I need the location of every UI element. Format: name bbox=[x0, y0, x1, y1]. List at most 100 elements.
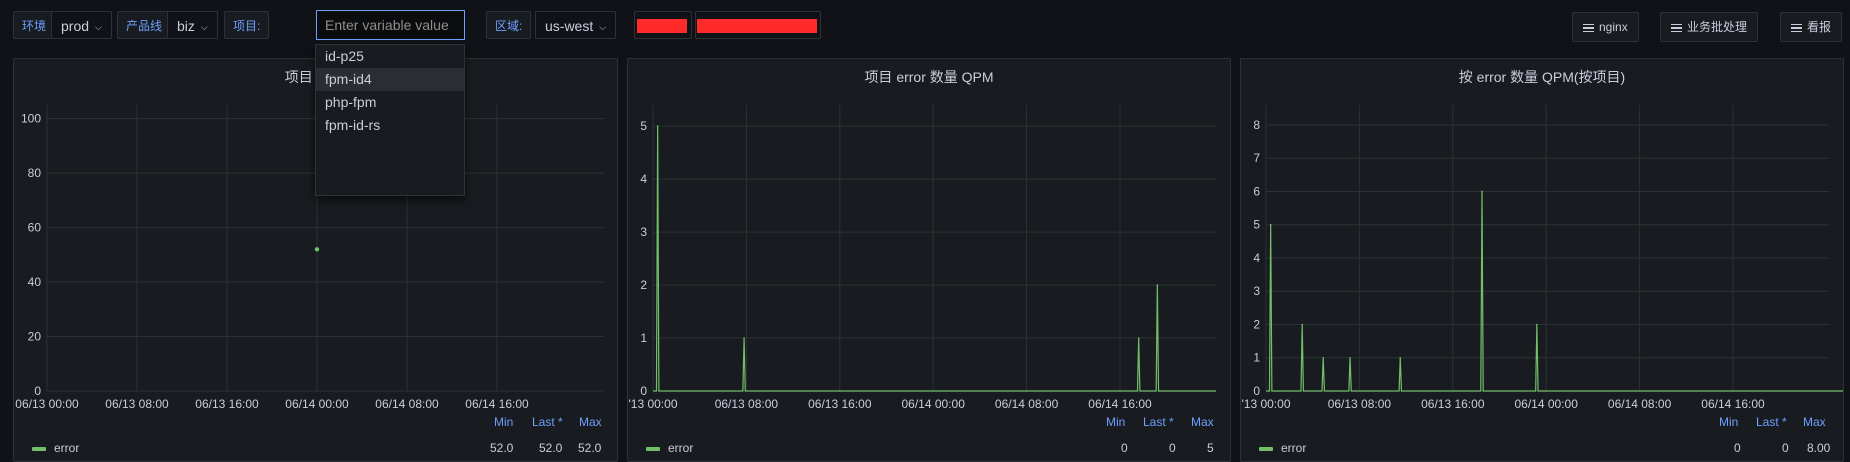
series-swatch bbox=[1259, 446, 1273, 451]
region-value: us-west bbox=[545, 18, 594, 34]
project-dropdown: id-p25 fpm-id4 php-fpm fpm-id-rs bbox=[315, 44, 465, 196]
chevron-down-icon: ⌵ bbox=[200, 22, 208, 32]
x-tick-label: 06/13 16:00 bbox=[195, 397, 259, 411]
y-tick-label: 8 bbox=[1253, 118, 1260, 132]
batch-button-label: 业务批处理 bbox=[1687, 20, 1748, 34]
x-tick-label: 06/14 08:00 bbox=[1608, 397, 1672, 411]
legend-min-header[interactable]: Min bbox=[1106, 415, 1125, 429]
legend-series[interactable]: error bbox=[1259, 441, 1306, 455]
legend-last-header[interactable]: Last * bbox=[532, 415, 563, 429]
project-label: 项目: bbox=[224, 11, 270, 39]
spike-point bbox=[656, 125, 659, 127]
report-button[interactable]: 看报 bbox=[1780, 12, 1843, 42]
x-tick-label: '13 00:00 bbox=[628, 397, 677, 411]
y-tick-label: 0 bbox=[640, 384, 647, 398]
x-tick-label: 06/14 16:00 bbox=[465, 397, 529, 411]
y-tick-label: 20 bbox=[28, 330, 42, 344]
nginx-button[interactable]: nginx bbox=[1572, 12, 1639, 42]
chart-project-error-qpm: 0 1 2 3 4 5 '13 00:00 06/13 08:00 06/13 16:00 06/… bbox=[628, 105, 1216, 411]
y-tick-label: 40 bbox=[28, 275, 42, 289]
series-swatch bbox=[32, 446, 46, 451]
spike-point bbox=[1156, 284, 1159, 286]
x-tick-label: 06/14 08:00 bbox=[375, 397, 439, 411]
legend-max-header[interactable]: Max bbox=[1191, 415, 1214, 429]
legend-min-value: 52.0 bbox=[490, 441, 514, 455]
legend-series[interactable]: error bbox=[646, 441, 693, 455]
legend-series-name: error bbox=[668, 441, 694, 455]
y-tick-label: 60 bbox=[28, 221, 42, 235]
x-tick-label: 06/13 16:00 bbox=[808, 397, 872, 411]
spike-point bbox=[1301, 323, 1303, 326]
legend-last-value: 0 bbox=[1169, 441, 1176, 455]
menu-icon bbox=[1671, 22, 1682, 35]
series-swatch bbox=[646, 446, 660, 451]
x-tick-label: 06/13 08:00 bbox=[1328, 397, 1392, 411]
legend-min-value: 0 bbox=[1734, 441, 1741, 455]
x-tick-label: 06/14 00:00 bbox=[285, 397, 349, 411]
env-label: 环境 bbox=[13, 11, 56, 39]
x-tick-label: 06/13 00:00 bbox=[15, 397, 79, 411]
project-input[interactable] bbox=[325, 11, 455, 39]
y-tick-label: 3 bbox=[640, 225, 647, 239]
product-value: biz bbox=[177, 18, 195, 34]
y-tick-label: 0 bbox=[34, 384, 41, 398]
y-tick-label: 6 bbox=[1253, 184, 1260, 198]
product-select[interactable]: biz ⌵ bbox=[167, 11, 218, 39]
y-tick-label: 5 bbox=[640, 119, 647, 133]
redacted-block bbox=[697, 19, 817, 33]
legend-series-name: error bbox=[54, 441, 80, 455]
x-tick-label: 06/13 08:00 bbox=[105, 397, 169, 411]
x-tick-label: '13 00:00 bbox=[1241, 397, 1290, 411]
legend-min-header[interactable]: Min bbox=[494, 415, 513, 429]
report-button-label: 看报 bbox=[1807, 20, 1832, 34]
y-tick-label: 7 bbox=[1253, 151, 1260, 165]
panel-project-error-qpm: 项目 error 数量 QPM 0 1 2 3 4 5'13 00:00 06/13 08:… bbox=[627, 58, 1231, 462]
y-tick-label: 3 bbox=[1253, 284, 1260, 298]
dropdown-option[interactable]: fpm-id-rs bbox=[316, 114, 464, 137]
batch-button[interactable]: 业务批处理 bbox=[1660, 12, 1759, 42]
y-tick-label: 2 bbox=[1253, 317, 1260, 331]
menu-icon bbox=[1791, 22, 1802, 35]
region-label: 区域: bbox=[486, 11, 532, 39]
product-label: 产品线 bbox=[117, 11, 172, 39]
chart-error-qpm-by-project: 0 1 2 3 4 5 6 7 8 '13 00:00 06/13 08:00 06/13 16:00… bbox=[1241, 105, 1843, 411]
x-tick-label: 06/14 08:00 bbox=[995, 397, 1059, 411]
x-tick-label: 06/14 16:00 bbox=[1088, 397, 1152, 411]
legend-min-value: 0 bbox=[1121, 441, 1128, 455]
legend-last-value: 52.0 bbox=[539, 441, 563, 455]
legend-max-header[interactable]: Max bbox=[1803, 415, 1826, 429]
legend-max-header[interactable]: Max bbox=[579, 415, 602, 429]
legend-last-header[interactable]: Last * bbox=[1756, 415, 1787, 429]
menu-icon bbox=[1583, 22, 1594, 35]
legend-min-header[interactable]: Min bbox=[1719, 415, 1738, 429]
y-tick-label: 1 bbox=[1253, 351, 1260, 365]
x-tick-label: 06/14 00:00 bbox=[1514, 397, 1578, 411]
legend-last-header[interactable]: Last * bbox=[1143, 415, 1174, 429]
y-tick-label: 80 bbox=[28, 166, 42, 180]
y-tick-label: 0 bbox=[1253, 384, 1260, 398]
y-tick-label: 100 bbox=[21, 112, 41, 126]
panel-error-qpm-by-project: 按 error 数量 QPM(按项目) 0 1 2 3 4 5 6 7 8'13 00:00 06… bbox=[1240, 58, 1844, 462]
variables-bar: 环境 prod ⌵ 产品线 biz ⌵ 项目: 区域: us-west ⌵ nginx… bbox=[0, 0, 1850, 58]
dropdown-option[interactable]: id-p25 bbox=[316, 45, 464, 68]
legend-series[interactable]: error bbox=[32, 441, 79, 455]
redacted-block bbox=[637, 19, 687, 33]
x-tick-label: 06/14 16:00 bbox=[1701, 397, 1765, 411]
env-value: prod bbox=[61, 18, 90, 34]
legend-max-value: 52.0 bbox=[578, 441, 602, 455]
spike-point bbox=[1322, 356, 1325, 359]
spike-point bbox=[1481, 190, 1483, 193]
project-input-box[interactable] bbox=[316, 10, 465, 40]
spike-point bbox=[1269, 223, 1272, 226]
spike-point bbox=[1399, 356, 1402, 359]
region-select[interactable]: us-west ⌵ bbox=[535, 11, 617, 39]
spike-point bbox=[1536, 323, 1538, 326]
dropdown-option-highlighted[interactable]: fpm-id4 bbox=[316, 68, 464, 91]
spike-point bbox=[1137, 337, 1140, 339]
y-tick-label: 4 bbox=[1253, 251, 1260, 265]
env-select[interactable]: prod ⌵ bbox=[51, 11, 112, 39]
y-tick-label: 5 bbox=[1253, 218, 1260, 232]
y-tick-label: 1 bbox=[640, 331, 647, 345]
dropdown-option[interactable]: php-fpm bbox=[316, 91, 464, 114]
legend-max-value: 8.00 bbox=[1807, 441, 1831, 455]
